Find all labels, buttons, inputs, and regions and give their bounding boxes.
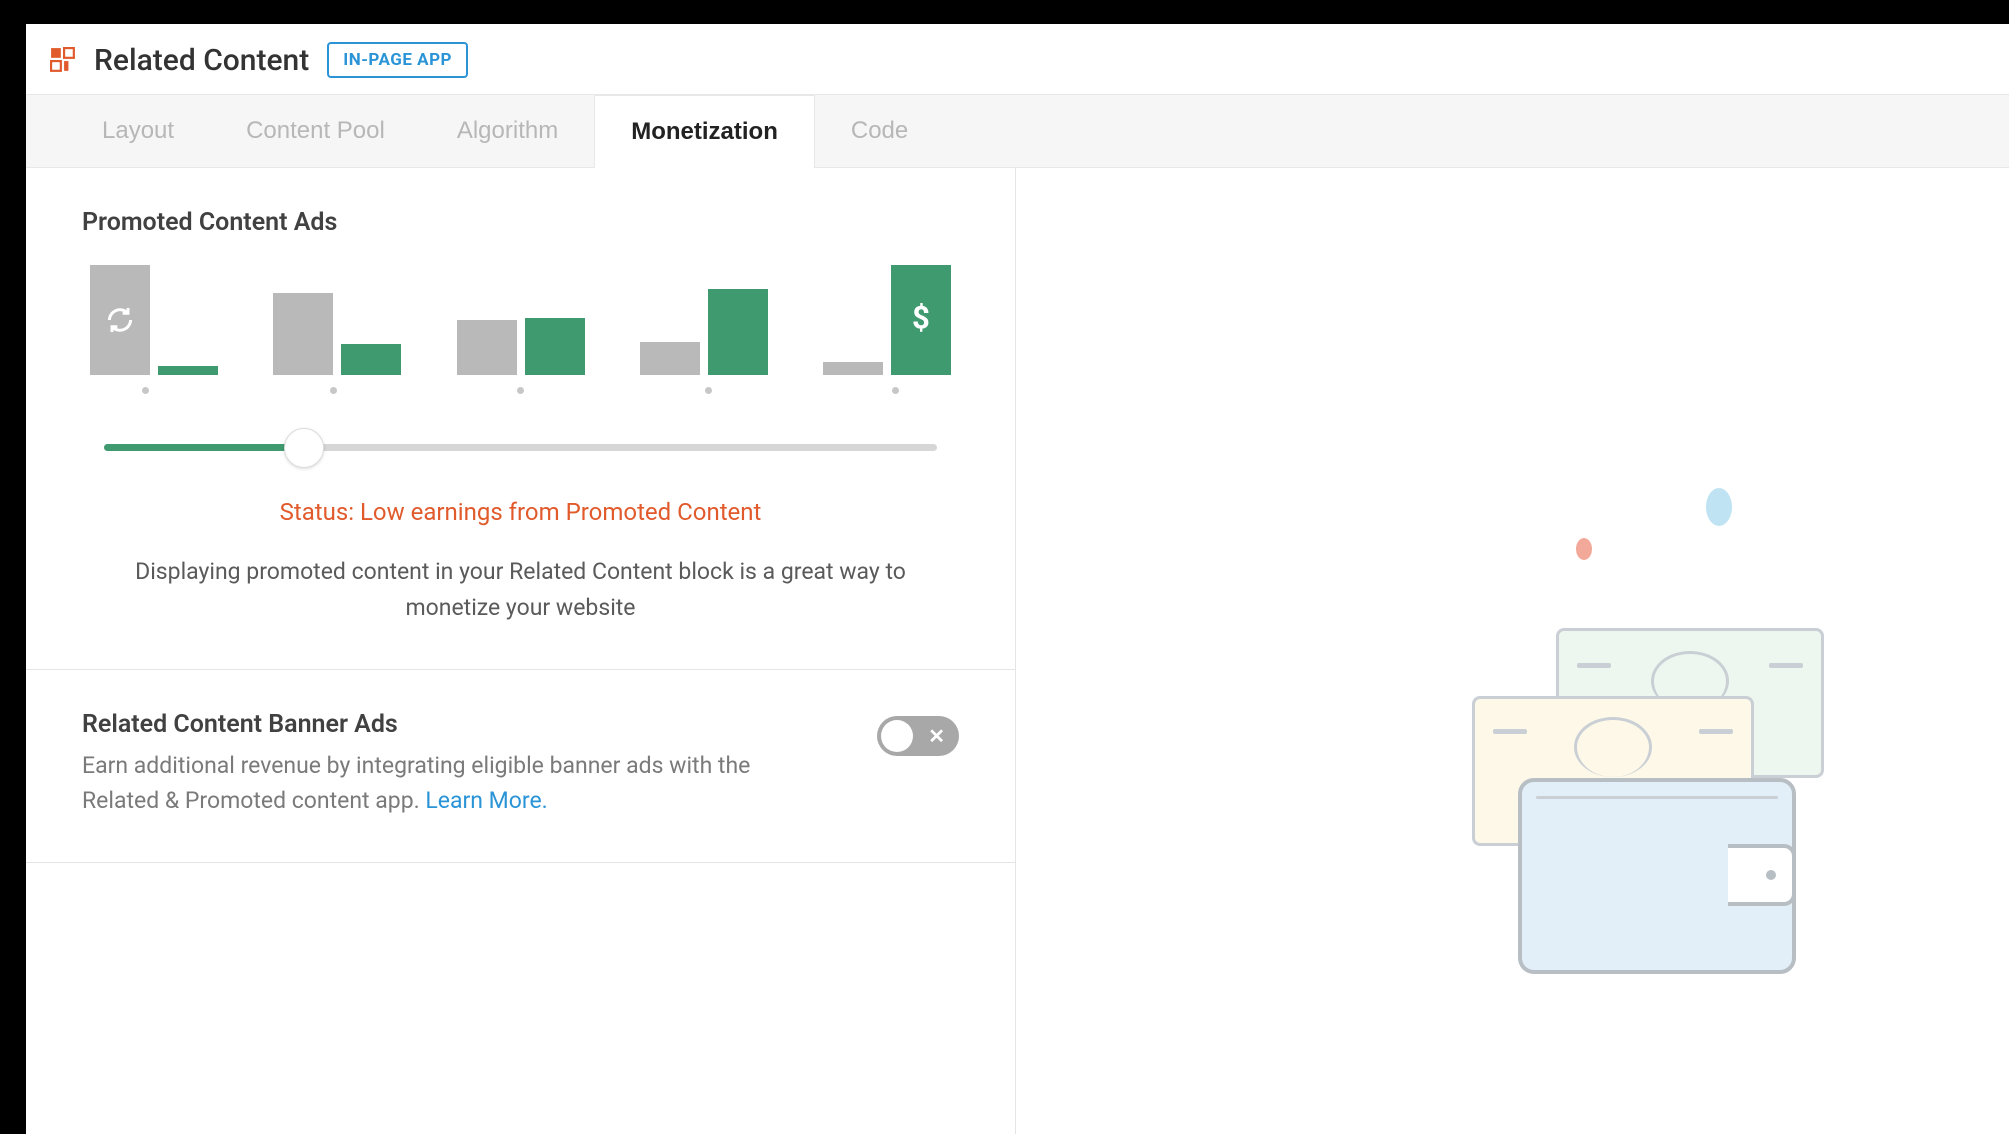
related-content-icon xyxy=(50,47,76,73)
preview-panel xyxy=(1016,168,2009,1134)
toggle-knob xyxy=(881,720,913,752)
banner-title: Related Content Banner Ads xyxy=(82,710,802,739)
app-window: Related Content IN-PAGE APP Layout Conte… xyxy=(26,24,2009,1134)
bar-pair-5: $ xyxy=(823,265,951,375)
learn-more-link[interactable]: Learn More. xyxy=(425,787,547,814)
slider-ticks xyxy=(82,375,959,394)
earnings-chart: $ xyxy=(82,265,959,375)
bar-pair-4 xyxy=(640,265,768,375)
tab-code[interactable]: Code xyxy=(815,95,944,167)
tab-layout[interactable]: Layout xyxy=(66,95,210,167)
promoted-description: Displaying promoted content in your Rela… xyxy=(82,554,959,625)
tick-dot xyxy=(517,387,524,394)
bar-pair-1 xyxy=(90,265,218,375)
page-header: Related Content IN-PAGE APP xyxy=(26,24,2009,95)
banner-description: Earn additional revenue by integrating e… xyxy=(82,749,802,818)
decorative-dot-pink xyxy=(1576,538,1592,560)
slider-fill xyxy=(104,444,304,451)
tick-dot xyxy=(330,387,337,394)
recycle-icon xyxy=(104,304,136,336)
bar-pair-3 xyxy=(457,265,585,375)
left-panel: Promoted Content Ads xyxy=(26,168,1016,1134)
wallet xyxy=(1518,778,1796,974)
slider-thumb[interactable] xyxy=(284,428,324,468)
tick-dot xyxy=(142,387,149,394)
promoted-content-section: Promoted Content Ads xyxy=(26,168,1015,670)
wallet-flap xyxy=(1728,844,1796,906)
promoted-title: Promoted Content Ads xyxy=(82,208,959,237)
dollar-icon: $ xyxy=(904,303,938,337)
toggle-off-icon: ✕ xyxy=(928,724,945,748)
tab-algorithm[interactable]: Algorithm xyxy=(421,95,594,167)
page-title: Related Content xyxy=(94,43,309,78)
monetization-slider[interactable] xyxy=(104,428,937,468)
status-text: Status: Low earnings from Promoted Conte… xyxy=(82,498,959,526)
bar-pair-2 xyxy=(273,265,401,375)
tab-content-pool[interactable]: Content Pool xyxy=(210,95,421,167)
banner-ads-section: Related Content Banner Ads Earn addition… xyxy=(26,670,1015,863)
decorative-dot-blue xyxy=(1706,488,1732,526)
tab-monetization[interactable]: Monetization xyxy=(594,95,815,168)
svg-text:$: $ xyxy=(912,303,930,337)
tick-dot xyxy=(892,387,899,394)
banner-ads-toggle[interactable]: ✕ xyxy=(877,716,959,756)
in-page-app-badge: IN-PAGE APP xyxy=(327,42,468,78)
banner-desc-text: Earn additional revenue by integrating e… xyxy=(82,752,750,814)
tab-bar: Layout Content Pool Algorithm Monetizati… xyxy=(26,95,2009,168)
tick-dot xyxy=(705,387,712,394)
content-area: Promoted Content Ads xyxy=(26,168,2009,1134)
